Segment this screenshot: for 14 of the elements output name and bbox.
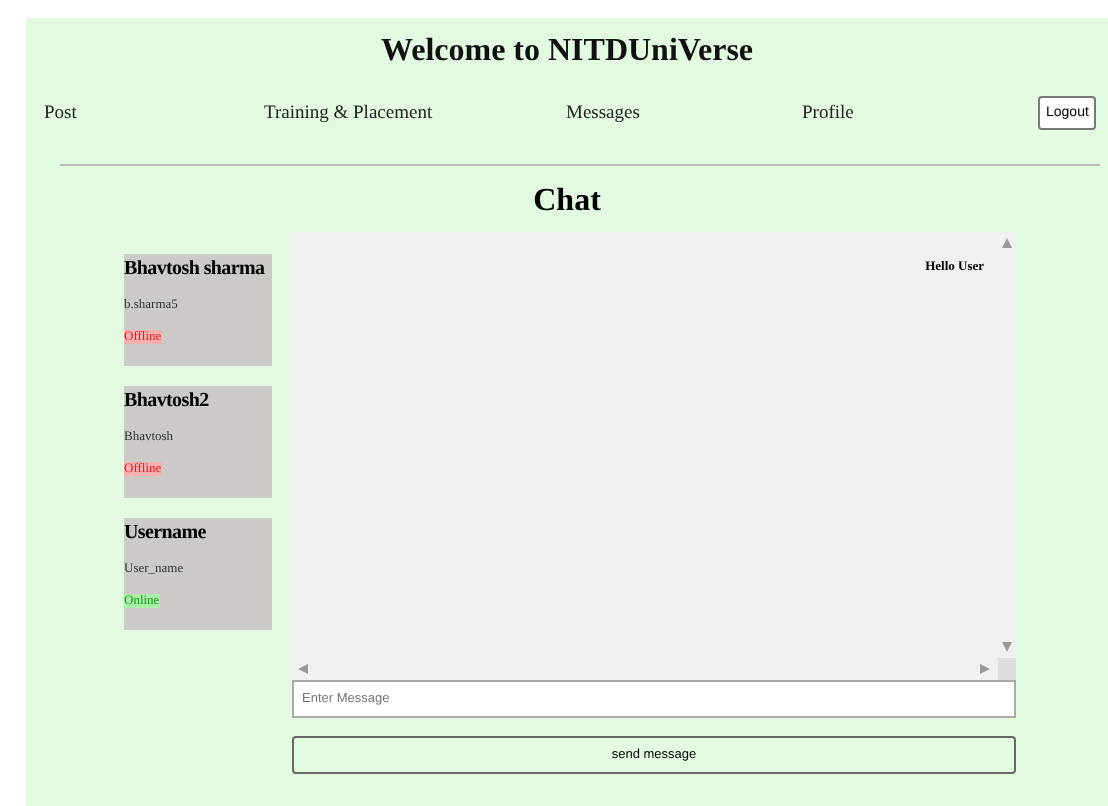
nav-link[interactable]: Training & Placement xyxy=(264,103,433,123)
contact-name: Bhavtosh2 xyxy=(124,390,209,412)
nav-link[interactable]: Profile xyxy=(802,103,854,123)
scroll-right-icon[interactable] xyxy=(980,664,990,674)
scroll-down-icon[interactable] xyxy=(1002,642,1012,652)
scrollbar-corner xyxy=(998,658,1016,680)
nav-link[interactable]: Messages xyxy=(566,103,640,123)
chat-heading: Chat xyxy=(533,184,601,220)
scroll-up-icon[interactable] xyxy=(1002,238,1012,248)
page-title: Welcome to NITDUniVerse xyxy=(380,34,754,70)
nav-link[interactable]: Post xyxy=(44,103,77,123)
scroll-left-icon[interactable] xyxy=(298,664,308,674)
contact-name: Username xyxy=(124,522,206,544)
contact-name: Bhavtosh sharma xyxy=(124,258,265,280)
